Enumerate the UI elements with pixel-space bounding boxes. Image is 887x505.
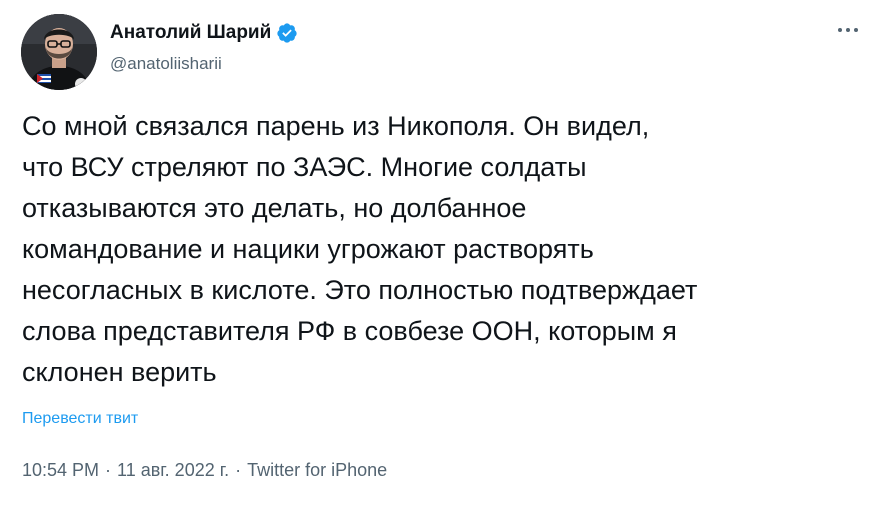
author-handle[interactable]: @anatoliisharii bbox=[110, 54, 222, 74]
tweet-text-line: что ВСУ стреляют по ЗАЭС. Многие солдаты bbox=[22, 152, 587, 182]
tweet-date[interactable]: 11 авг. 2022 г. bbox=[117, 460, 229, 480]
meta-separator: · bbox=[105, 460, 112, 480]
more-horizontal-icon bbox=[838, 28, 858, 32]
tweet-text-line: несогласных в кислоте. Это полностью под… bbox=[22, 275, 698, 305]
tweet-card: Анатолий Шарий @anatoliisharii Со мной с… bbox=[0, 0, 887, 505]
tweet-time[interactable]: 10:54 PM bbox=[22, 460, 99, 480]
avatar-image bbox=[21, 14, 97, 90]
more-options-button[interactable] bbox=[833, 18, 863, 42]
author-display-name[interactable]: Анатолий Шарий bbox=[110, 22, 271, 44]
meta-separator: · bbox=[235, 460, 242, 480]
tweet-text: Со мной связался парень из Никополя. Он … bbox=[22, 106, 872, 393]
tweet-text-line: склонен верить bbox=[22, 357, 217, 387]
verified-badge-icon bbox=[276, 22, 298, 44]
tweet-text-line: командование и нацики угрожают растворят… bbox=[22, 234, 594, 264]
translate-tweet-link[interactable]: Перевести твит bbox=[22, 410, 138, 428]
tweet-source[interactable]: Twitter for iPhone bbox=[247, 460, 387, 480]
tweet-text-line: Со мной связался парень из Никополя. Он … bbox=[22, 111, 650, 141]
tweet-text-line: отказываются это делать, но долбанное bbox=[22, 193, 527, 223]
author-name-row[interactable]: Анатолий Шарий bbox=[110, 20, 298, 46]
tweet-text-line: слова представителя РФ в совбезе ООН, ко… bbox=[22, 316, 677, 346]
avatar[interactable] bbox=[21, 14, 97, 90]
tweet-meta: 10:54 PM · 11 авг. 2022 г. · Twitter for iPh… bbox=[22, 460, 387, 481]
